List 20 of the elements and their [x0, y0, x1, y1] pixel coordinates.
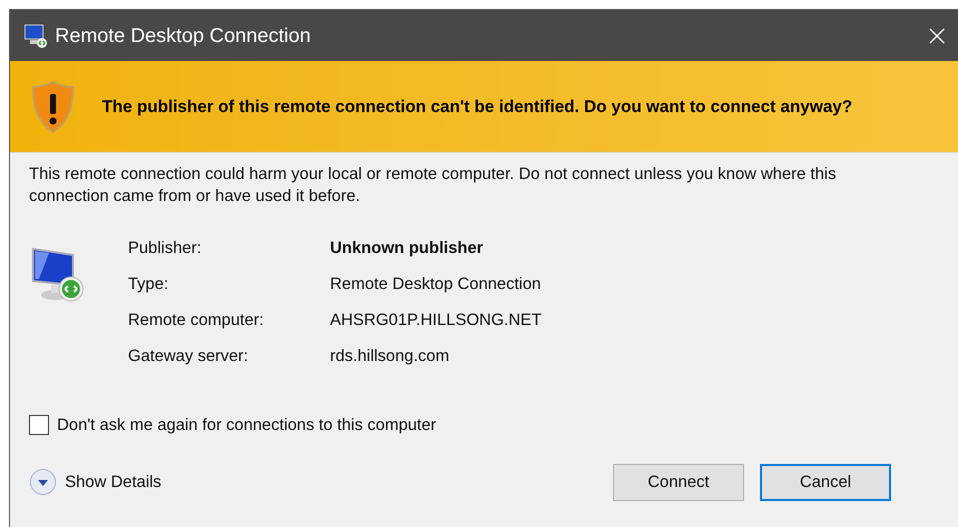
field-value: Unknown publisher	[330, 238, 484, 259]
checkbox-label[interactable]: Don't ask me again for connections to this computer	[57, 413, 436, 438]
field-label: Gateway server:	[128, 346, 250, 367]
close-icon[interactable]	[928, 26, 946, 44]
field-label: Remote computer:	[128, 310, 265, 331]
field-value: rds.hillsong.com	[330, 346, 450, 367]
show-details-button[interactable]: Show Details	[29, 468, 162, 496]
description-text: This remote connection could harm your local or remote computer. Do not connect unless you know where this connection came from or have used it before.	[29, 164, 838, 207]
checkbox[interactable]	[29, 415, 49, 436]
warning-message: The publisher of this remote connection can't be identified. Do you want to connect anyway?	[102, 96, 852, 118]
field-label: Type:	[128, 274, 170, 295]
warning-shield-icon	[30, 80, 76, 134]
field-value: AHSRG01P.HILLSONG.NET	[330, 310, 542, 331]
dialog-button[interactable]: Cancel	[760, 464, 891, 501]
window-title: Remote Desktop Connection	[55, 24, 311, 48]
computer-icon	[23, 22, 49, 48]
field-value: Remote Desktop Connection	[330, 274, 542, 295]
dialog-button[interactable]: Connect	[613, 464, 744, 501]
chevron-icon	[29, 468, 57, 496]
field-label: Publisher:	[128, 238, 202, 259]
